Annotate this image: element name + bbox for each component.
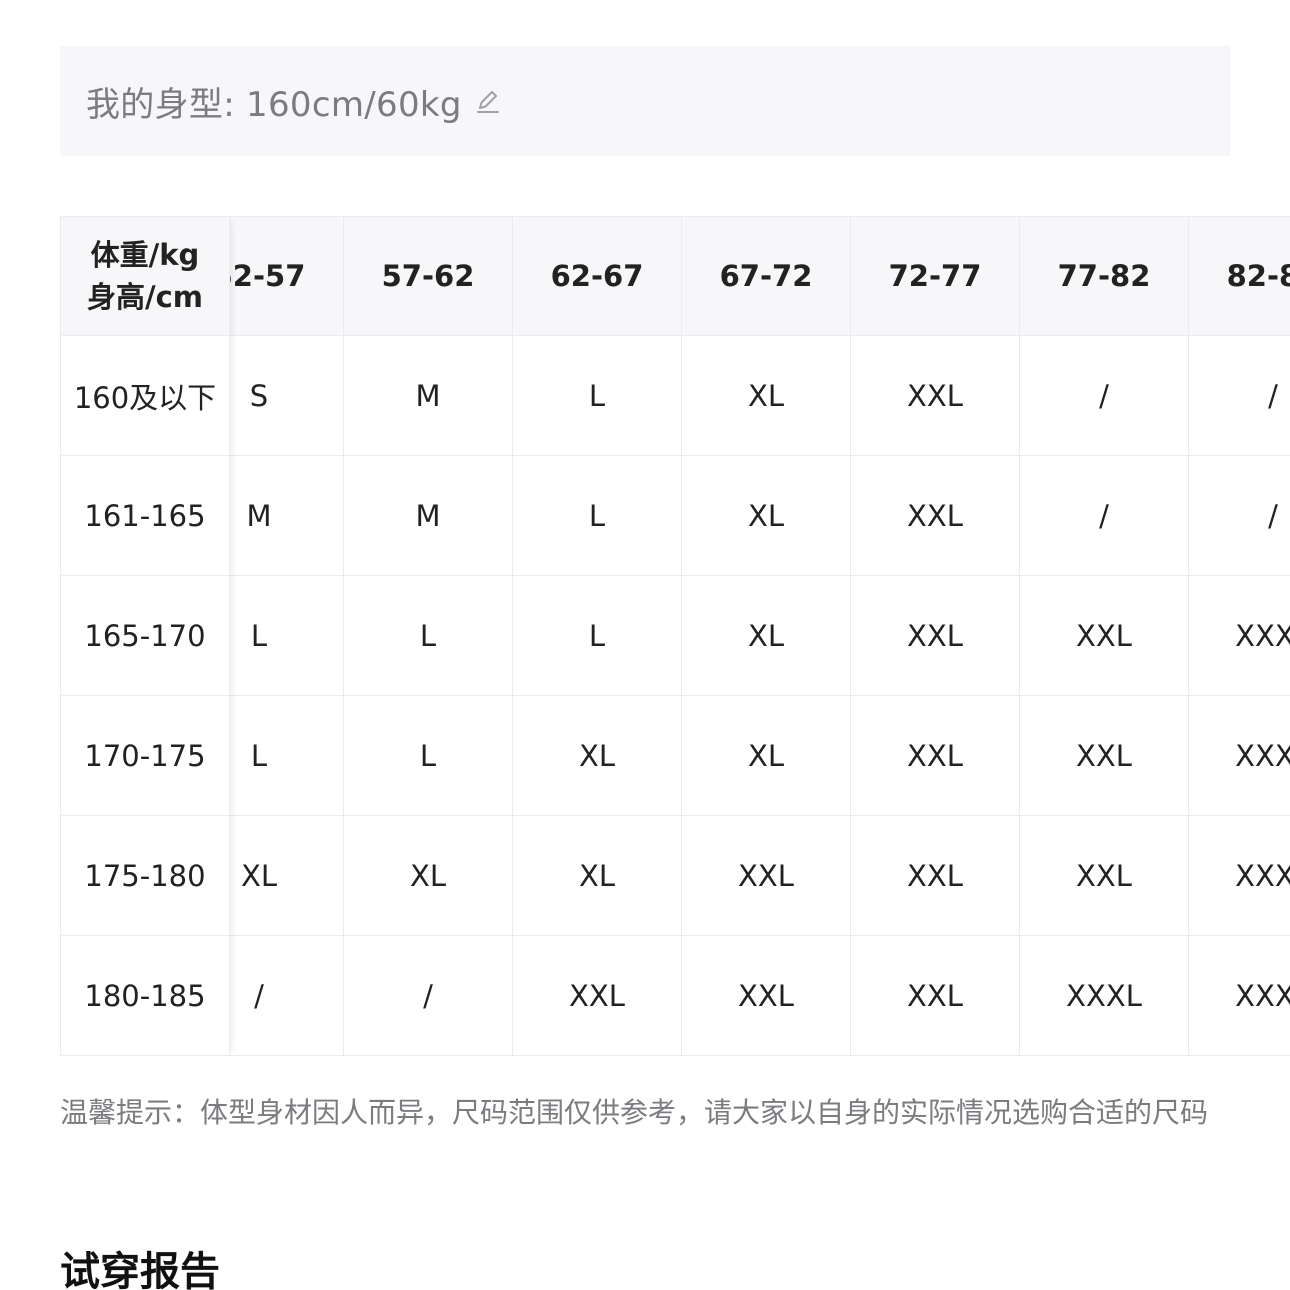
size-cell: XL (682, 576, 851, 696)
size-cell: M (230, 456, 344, 576)
height-row-header: 161-165 (60, 456, 230, 576)
size-cell: XXL (513, 936, 682, 1056)
weight-header-cell: 72-77 (851, 216, 1020, 336)
size-cell: L (513, 456, 682, 576)
weight-header-cell: 62-67 (513, 216, 682, 336)
size-cell: / (1020, 336, 1189, 456)
size-cell: L (344, 576, 513, 696)
size-tip-text: 温馨提示：体型身材因人而异，尺码范围仅供参考，请大家以自身的实际情况选购合适的尺… (60, 1096, 1209, 1129)
weight-header-cell: 67-72 (682, 216, 851, 336)
height-column: 体重/kg 身高/cm 160及以下 161-165 165-170 170-175 1… (60, 216, 230, 1056)
weight-axis-label: 体重/kg (90, 237, 200, 272)
size-cell: XXL (851, 336, 1020, 456)
weight-header-cell: 77-82 (1020, 216, 1189, 336)
body-profile-label: 我的身型: 160cm/60kg (86, 84, 462, 125)
table-top-border (60, 216, 1290, 217)
size-cell: L (230, 696, 344, 816)
weight-header-cell: 57-62 (344, 216, 513, 336)
size-grid: 52-5757-6262-6767-7272-7777-8282-87SMLXL… (230, 216, 1290, 1056)
size-cell: XL (513, 816, 682, 936)
weight-header-cell: 52-57 (230, 216, 344, 336)
height-row-header: 170-175 (60, 696, 230, 816)
size-cell: XXL (682, 816, 851, 936)
size-chart-table: 52-5757-6262-6767-7272-7777-8282-87SMLXL… (60, 216, 1290, 1057)
size-cell: XXXL (1189, 576, 1290, 696)
size-cell: XL (682, 456, 851, 576)
size-cell: XXL (851, 816, 1020, 936)
size-cell: XXL (1020, 816, 1189, 936)
size-cell: XL (682, 336, 851, 456)
table-corner-header: 体重/kg 身高/cm (60, 216, 230, 336)
size-cell: XXL (851, 696, 1020, 816)
body-profile-bar[interactable]: 我的身型: 160cm/60kg (60, 46, 1230, 156)
size-cell: XXL (851, 576, 1020, 696)
size-cell: XXXL (1189, 816, 1290, 936)
size-cell: L (230, 576, 344, 696)
size-cell: XXL (851, 456, 1020, 576)
edit-pencil-icon[interactable] (472, 86, 502, 116)
size-cell: / (1189, 456, 1290, 576)
size-cell: XXL (1020, 696, 1189, 816)
size-cell: M (344, 336, 513, 456)
height-row-header: 180-185 (60, 936, 230, 1056)
size-cell: / (1189, 336, 1290, 456)
size-cell: XL (682, 696, 851, 816)
height-row-header: 160及以下 (60, 336, 230, 456)
size-guide-page: 我的身型: 160cm/60kg 52-5757-6262-6767-7272-… (0, 0, 1290, 1290)
size-cell: M (344, 456, 513, 576)
size-cell: XL (344, 816, 513, 936)
size-cell: L (513, 576, 682, 696)
size-cell: / (1020, 456, 1189, 576)
size-cell: XXL (682, 936, 851, 1056)
height-row-header: 175-180 (60, 816, 230, 936)
weight-header-cell: 82-87 (1189, 216, 1290, 336)
size-cell: L (513, 336, 682, 456)
height-axis-label: 身高/cm (86, 279, 203, 314)
size-cell: XL (513, 696, 682, 816)
size-cell: L (344, 696, 513, 816)
size-cell: S (230, 336, 344, 456)
fitting-report-title: 试穿报告 (60, 1249, 220, 1290)
height-row-header: 165-170 (60, 576, 230, 696)
size-cell: / (230, 936, 344, 1056)
size-chart-scroll-area[interactable]: 52-5757-6262-6767-7272-7777-8282-87SMLXL… (230, 216, 1290, 1057)
size-cell: / (344, 936, 513, 1056)
size-cell: XXXL (1189, 936, 1290, 1056)
size-cell: XL (230, 816, 344, 936)
size-cell: XXXL (1189, 696, 1290, 816)
size-cell: XXL (851, 936, 1020, 1056)
size-cell: XXL (1020, 576, 1189, 696)
size-cell: XXXL (1020, 936, 1189, 1056)
